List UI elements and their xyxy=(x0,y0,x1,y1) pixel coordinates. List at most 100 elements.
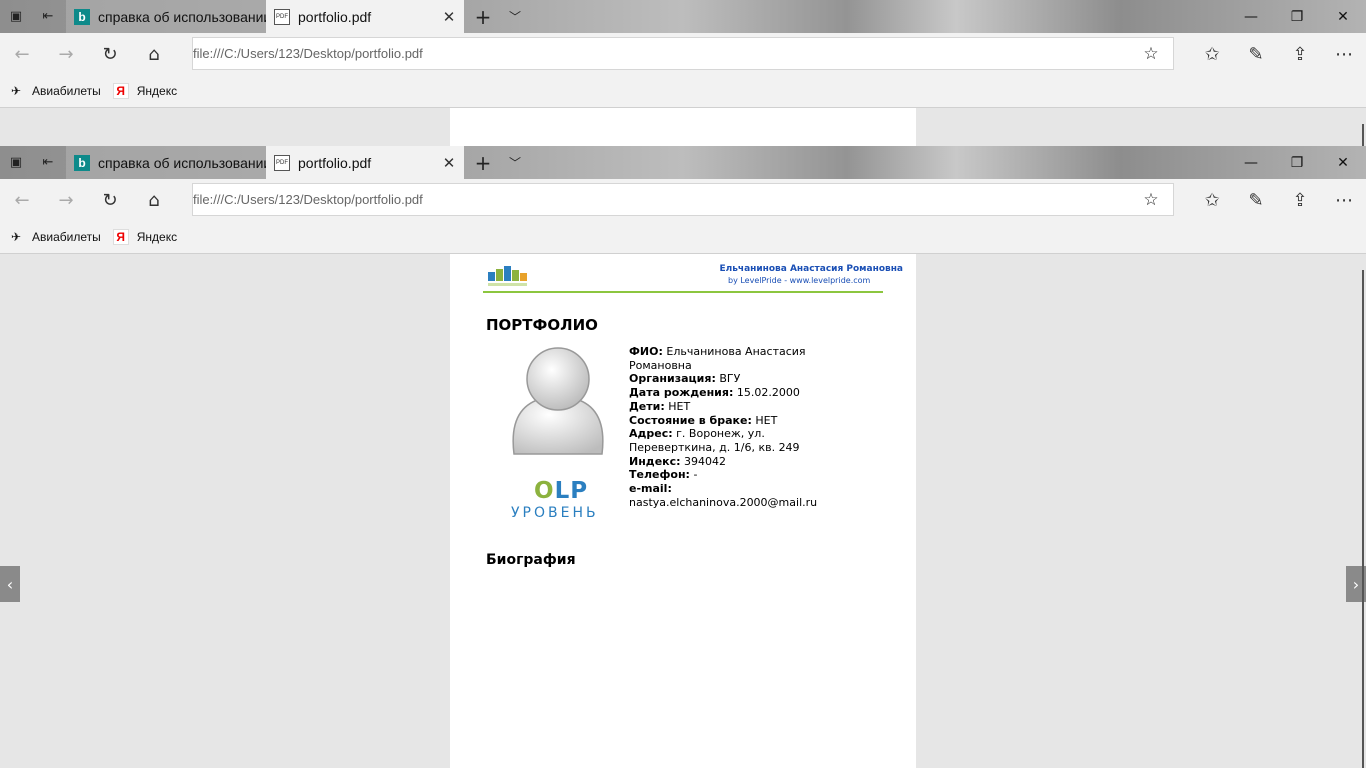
field-value: НЕТ xyxy=(668,399,691,413)
field-index: Индекс: 394042 xyxy=(629,455,829,469)
close-window-icon[interactable]: ✕ xyxy=(1320,0,1366,33)
home-icon[interactable]: ⌂ xyxy=(132,33,176,75)
pen-icon[interactable]: ✎ xyxy=(1234,33,1278,75)
levelpride-logo xyxy=(488,266,527,286)
tab-preview-chevron-icon[interactable]: ﹀ xyxy=(502,0,528,33)
field-value: 15.02.2000 xyxy=(736,386,800,400)
tab-preview-chevron-icon[interactable]: ﹀ xyxy=(502,146,528,179)
address-url[interactable]: file:///C:/Users/123/Desktop/portfolio.p… xyxy=(193,46,1129,61)
pdf-icon: PDF xyxy=(274,8,290,25)
forward-icon[interactable]: → xyxy=(44,179,88,221)
bing-icon: b xyxy=(74,8,90,25)
tab-label: portfolio.pdf xyxy=(298,154,372,171)
field-phone: Телефон: - xyxy=(629,468,829,482)
olp-logo: OLP xyxy=(534,478,588,504)
field-value: - xyxy=(693,468,698,482)
favorite-label: Авиабилеты xyxy=(32,84,101,98)
field-married: Состояние в браке: НЕТ xyxy=(629,414,829,428)
pdf-page-strip xyxy=(450,108,916,146)
minimize-icon[interactable]: — xyxy=(1228,0,1274,33)
home-icon[interactable]: ⌂ xyxy=(132,179,176,221)
favorite-aviabilety[interactable]: ✈ Авиабилеты xyxy=(8,83,101,99)
favorite-yandex[interactable]: Я Яндекс xyxy=(112,83,178,99)
favorite-aviabilety[interactable]: ✈ Авиабилеты xyxy=(8,229,101,245)
refresh-icon[interactable]: ↻ xyxy=(88,33,132,75)
favorite-yandex[interactable]: Я Яндекс xyxy=(112,229,178,245)
field-label: Дата рождения: xyxy=(629,386,734,400)
tab-portfolio[interactable]: PDF portfolio.pdf ✕ xyxy=(266,146,464,179)
tab-help[interactable]: b справка об использовании xyxy=(66,146,266,179)
scrollbar[interactable] xyxy=(1362,270,1364,768)
level-label: УРОВЕНЬ xyxy=(511,505,599,521)
field-value: НЕТ xyxy=(755,413,778,427)
field-label: Организация: xyxy=(629,372,716,386)
favorite-label: Яндекс xyxy=(136,84,178,98)
back-icon[interactable]: ← xyxy=(0,179,44,221)
header-link[interactable]: by LevelPride - www.levelpride.com xyxy=(728,276,870,285)
personal-info: ФИО: Ельчанинова Анастасия Романовна Орг… xyxy=(629,345,829,509)
browser-window-front: ▣ ⇤ b справка об использовании PDF portf… xyxy=(0,146,1366,768)
biography-heading: Биография xyxy=(486,552,576,568)
set-aside-tabs-icon[interactable]: ⇤ xyxy=(32,146,64,179)
olp-lp: LP xyxy=(554,478,589,504)
close-tab-icon[interactable]: ✕ xyxy=(434,154,464,172)
field-label: Адрес: xyxy=(629,427,673,441)
tab-sets-icon[interactable]: ▣ xyxy=(0,0,32,33)
restore-icon[interactable]: ❐ xyxy=(1274,0,1320,33)
field-value[interactable]: nastya.elchaninova.2000@mail.ru xyxy=(629,496,817,509)
yandex-icon: Я xyxy=(112,83,129,99)
field-address: Адрес: г. Воронеж, ул. Переверткина, д. … xyxy=(629,427,829,454)
olp-o: O xyxy=(534,478,555,504)
pen-icon[interactable]: ✎ xyxy=(1234,179,1278,221)
close-window-icon[interactable]: ✕ xyxy=(1320,146,1366,179)
pdf-viewer: ‹ › Ельчанинова Анастасия Романовна by L… xyxy=(0,254,1366,768)
favorite-label: Авиабилеты xyxy=(32,230,101,244)
more-icon[interactable]: ⋯ xyxy=(1322,33,1366,75)
tab-label: справка об использовании xyxy=(98,8,266,25)
back-icon[interactable]: ← xyxy=(0,33,44,75)
favorites-hub-icon[interactable]: ✩ xyxy=(1190,33,1234,75)
address-url[interactable]: file:///C:/Users/123/Desktop/portfolio.p… xyxy=(193,192,1129,207)
field-kids: Дети: НЕТ xyxy=(629,400,829,414)
header-name: Ельчанинова Анастасия Романовна xyxy=(719,264,903,274)
new-tab-icon[interactable]: + xyxy=(470,146,496,179)
refresh-icon[interactable]: ↻ xyxy=(88,179,132,221)
favorites-hub-icon[interactable]: ✩ xyxy=(1190,179,1234,221)
tab-help[interactable]: b справка об использовании xyxy=(66,0,266,33)
address-bar[interactable]: ⓘ file:///C:/Users/123/Desktop/portfolio… xyxy=(192,183,1174,288)
prev-page-icon[interactable]: ‹ xyxy=(0,566,20,602)
favorite-star-icon[interactable]: ☆ xyxy=(1129,190,1173,210)
field-value: 394042 xyxy=(684,454,727,468)
close-tab-icon[interactable]: ✕ xyxy=(434,8,464,26)
share-icon[interactable]: ⇪ xyxy=(1278,33,1322,75)
field-label: ФИО: xyxy=(629,345,663,358)
plane-icon: ✈ xyxy=(10,230,22,244)
field-label: Индекс: xyxy=(629,454,681,468)
tab-portfolio[interactable]: PDF portfolio.pdf ✕ xyxy=(266,0,464,33)
tab-bar: ▣ ⇤ b справка об использовании PDF portf… xyxy=(0,146,1366,179)
pdf-icon: PDF xyxy=(274,154,290,171)
pdf-page: Ельчанинова Анастасия Романовна by Level… xyxy=(450,254,916,768)
user-avatar-icon xyxy=(512,347,604,455)
tab-sets-icon[interactable]: ▣ xyxy=(0,146,32,179)
field-dob: Дата рождения: 15.02.2000 xyxy=(629,386,829,400)
browser-window-back: ▣ ⇤ b справка об использовании PDF portf… xyxy=(0,0,1366,146)
set-aside-tabs-icon[interactable]: ⇤ xyxy=(32,0,64,33)
field-label: Телефон: xyxy=(629,468,690,482)
field-email: e-mail: nastya.elchaninova.2000@mail.ru xyxy=(629,482,829,509)
share-icon[interactable]: ⇪ xyxy=(1278,179,1322,221)
field-label: Состояние в браке: xyxy=(629,413,752,427)
tab-label: справка об использовании xyxy=(98,154,266,171)
address-bar[interactable]: ⓘ file:///C:/Users/123/Desktop/portfolio… xyxy=(192,37,1174,142)
more-icon[interactable]: ⋯ xyxy=(1322,179,1366,221)
field-fio: ФИО: Ельчанинова Анастасия Романовна xyxy=(629,345,829,372)
field-label: Дети: xyxy=(629,399,665,413)
minimize-icon[interactable]: — xyxy=(1228,146,1274,179)
favorite-star-icon[interactable]: ☆ xyxy=(1129,44,1173,64)
field-org: Организация: ВГУ xyxy=(629,372,829,386)
new-tab-icon[interactable]: + xyxy=(470,0,496,33)
forward-icon[interactable]: → xyxy=(44,33,88,75)
favorite-label: Яндекс xyxy=(136,230,178,244)
restore-icon[interactable]: ❐ xyxy=(1274,146,1320,179)
scrollbar[interactable] xyxy=(1362,124,1364,146)
